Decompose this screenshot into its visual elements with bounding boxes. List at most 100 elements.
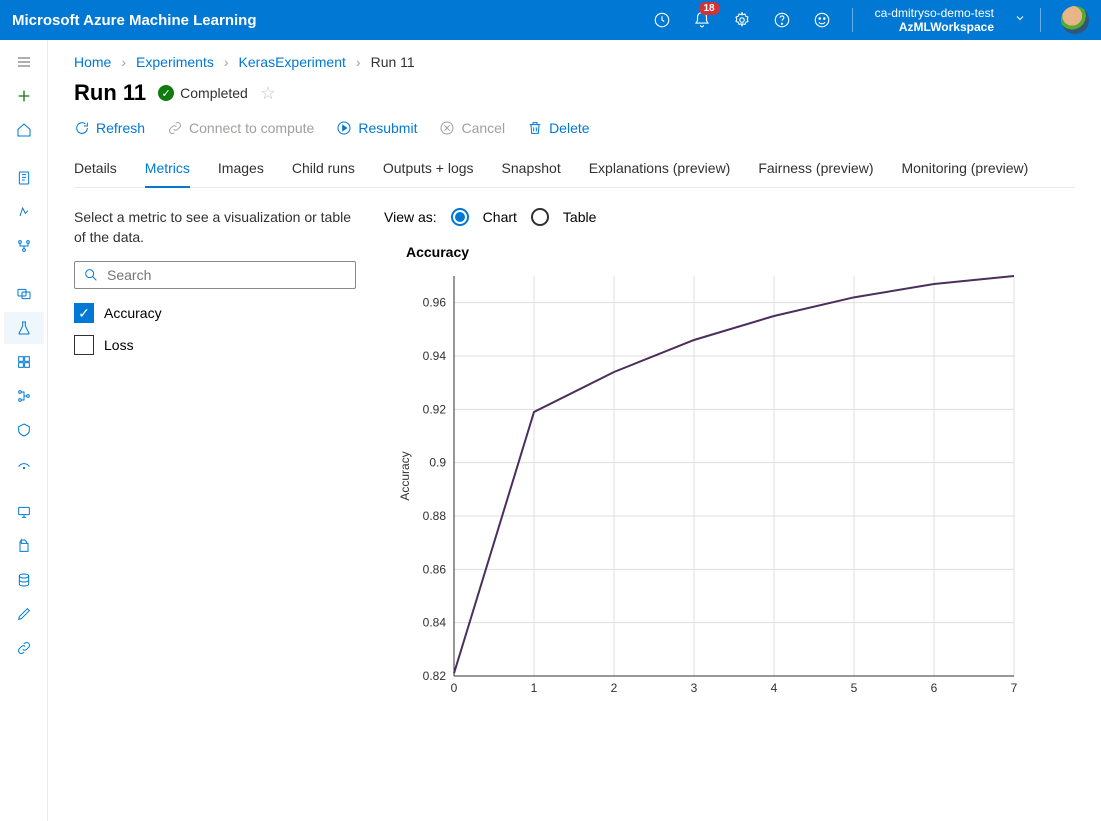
metrics-help-text: Select a metric to see a visualization o… [74,208,356,247]
refresh-button[interactable]: Refresh [74,120,145,136]
status-text: Completed [180,85,248,101]
cancel-icon [439,120,455,136]
view-as-label: View as: [384,209,437,225]
rail-datastores-icon[interactable] [4,530,44,562]
chevron-right-icon: › [224,54,229,70]
rail-menu-icon[interactable] [4,46,44,78]
checkbox-checked-icon[interactable]: ✓ [74,303,94,323]
svg-text:0.9: 0.9 [429,456,446,470]
rail-data-icon[interactable] [4,564,44,596]
trash-icon [527,120,543,136]
breadcrumb: Home › Experiments › KerasExperiment › R… [74,54,1075,70]
metrics-panel: Select a metric to see a visualization o… [74,208,356,821]
svg-text:0.82: 0.82 [423,669,447,683]
rail-pipelines-icon[interactable] [4,380,44,412]
svg-text:2: 2 [611,681,618,695]
rail-compute-icon[interactable] [4,496,44,528]
tab-details[interactable]: Details [74,154,117,187]
chevron-right-icon: › [356,54,361,70]
resubmit-button[interactable]: Resubmit [336,120,417,136]
connect-compute-button: Connect to compute [167,120,314,136]
feedback-icon[interactable] [806,4,838,36]
separator [852,8,853,32]
svg-text:4: 4 [771,681,778,695]
tab-snapshot[interactable]: Snapshot [502,154,561,187]
chart-title: Accuracy [406,244,1075,260]
tab-monitoring[interactable]: Monitoring (preview) [901,154,1028,187]
delete-button[interactable]: Delete [527,120,589,136]
rail-experiments-icon[interactable] [4,312,44,344]
rail-endpoints-icon[interactable] [4,414,44,446]
svg-text:0: 0 [451,681,458,695]
svg-text:3: 3 [691,681,698,695]
rail-add-icon[interactable] [4,80,44,112]
svg-text:7: 7 [1011,681,1018,695]
svg-text:0.92: 0.92 [423,402,447,416]
account-switcher[interactable]: ca-dmitryso-demo-test AzMLWorkspace [867,6,1002,35]
view-as-toggle: View as: Chart Table [384,208,1075,226]
rail-notebooks-icon[interactable] [4,162,44,194]
rail-labeling-icon[interactable] [4,598,44,630]
svg-text:Accuracy: Accuracy [398,451,412,500]
tab-outputs-logs[interactable]: Outputs + logs [383,154,474,187]
breadcrumb-experiment-name[interactable]: KerasExperiment [239,54,346,70]
chevron-down-icon[interactable] [1014,11,1026,29]
tab-fairness[interactable]: Fairness (preview) [758,154,873,187]
check-icon: ✓ [158,85,174,101]
refresh-icon [74,120,90,136]
metric-accuracy[interactable]: ✓ Accuracy [74,303,356,323]
page-title: Run 11 [74,80,146,106]
avatar[interactable] [1061,6,1089,34]
account-name: ca-dmitryso-demo-test [875,6,994,20]
play-icon [336,120,352,136]
left-rail [0,40,48,821]
rail-linked-icon[interactable] [4,632,44,664]
main-content: Home › Experiments › KerasExperiment › R… [48,40,1101,821]
workspace-name: AzMLWorkspace [899,20,994,34]
notification-badge: 18 [699,2,720,15]
connect-icon [167,120,183,136]
rail-environments-icon[interactable] [4,448,44,480]
tab-child-runs[interactable]: Child runs [292,154,355,187]
action-bar: Refresh Connect to compute Resubmit Canc… [74,120,1075,136]
tabs: Details Metrics Images Child runs Output… [74,154,1075,188]
app-title: Microsoft Azure Machine Learning [12,12,646,29]
rail-designer-icon[interactable] [4,230,44,262]
svg-text:0.88: 0.88 [423,509,447,523]
svg-text:1: 1 [531,681,538,695]
checkbox-unchecked-icon[interactable] [74,335,94,355]
cancel-button: Cancel [439,120,505,136]
radio-table[interactable] [531,208,549,226]
tab-metrics[interactable]: Metrics [145,154,190,188]
tab-explanations[interactable]: Explanations (preview) [589,154,731,187]
radio-chart[interactable] [451,208,469,226]
breadcrumb-current: Run 11 [371,54,415,70]
status-badge: ✓ Completed [158,85,248,101]
search-field[interactable] [107,267,347,283]
svg-text:0.86: 0.86 [423,562,447,576]
svg-text:0.96: 0.96 [423,296,447,310]
svg-text:5: 5 [851,681,858,695]
breadcrumb-experiments[interactable]: Experiments [136,54,214,70]
svg-text:6: 6 [931,681,938,695]
svg-text:0.94: 0.94 [423,349,447,363]
line-chart: 0 1 2 3 4 5 6 7 0.82 0.84 0.86 0.88 0.9 0.92 0.94 0.96 A… [384,266,1024,706]
tab-images[interactable]: Images [218,154,264,187]
bell-icon[interactable]: 18 [686,4,718,36]
rail-datasets-icon[interactable] [4,278,44,310]
search-input[interactable] [74,261,356,289]
clock-icon[interactable] [646,4,678,36]
gear-icon[interactable] [726,4,758,36]
rail-automl-icon[interactable] [4,196,44,228]
topbar-actions: 18 ca-dmitryso-demo-test AzMLWorkspace [646,4,1089,36]
search-icon [83,267,99,283]
rail-models-icon[interactable] [4,346,44,378]
favorite-star-icon[interactable]: ☆ [260,83,276,104]
metric-loss[interactable]: Loss [74,335,356,355]
chart-area: View as: Chart Table Accuracy 0 1 2 3 4 5 6 7 0.… [384,208,1075,821]
rail-home-icon[interactable] [4,114,44,146]
breadcrumb-home[interactable]: Home [74,54,111,70]
chevron-right-icon: › [121,54,126,70]
help-icon[interactable] [766,4,798,36]
svg-text:0.84: 0.84 [423,616,447,630]
